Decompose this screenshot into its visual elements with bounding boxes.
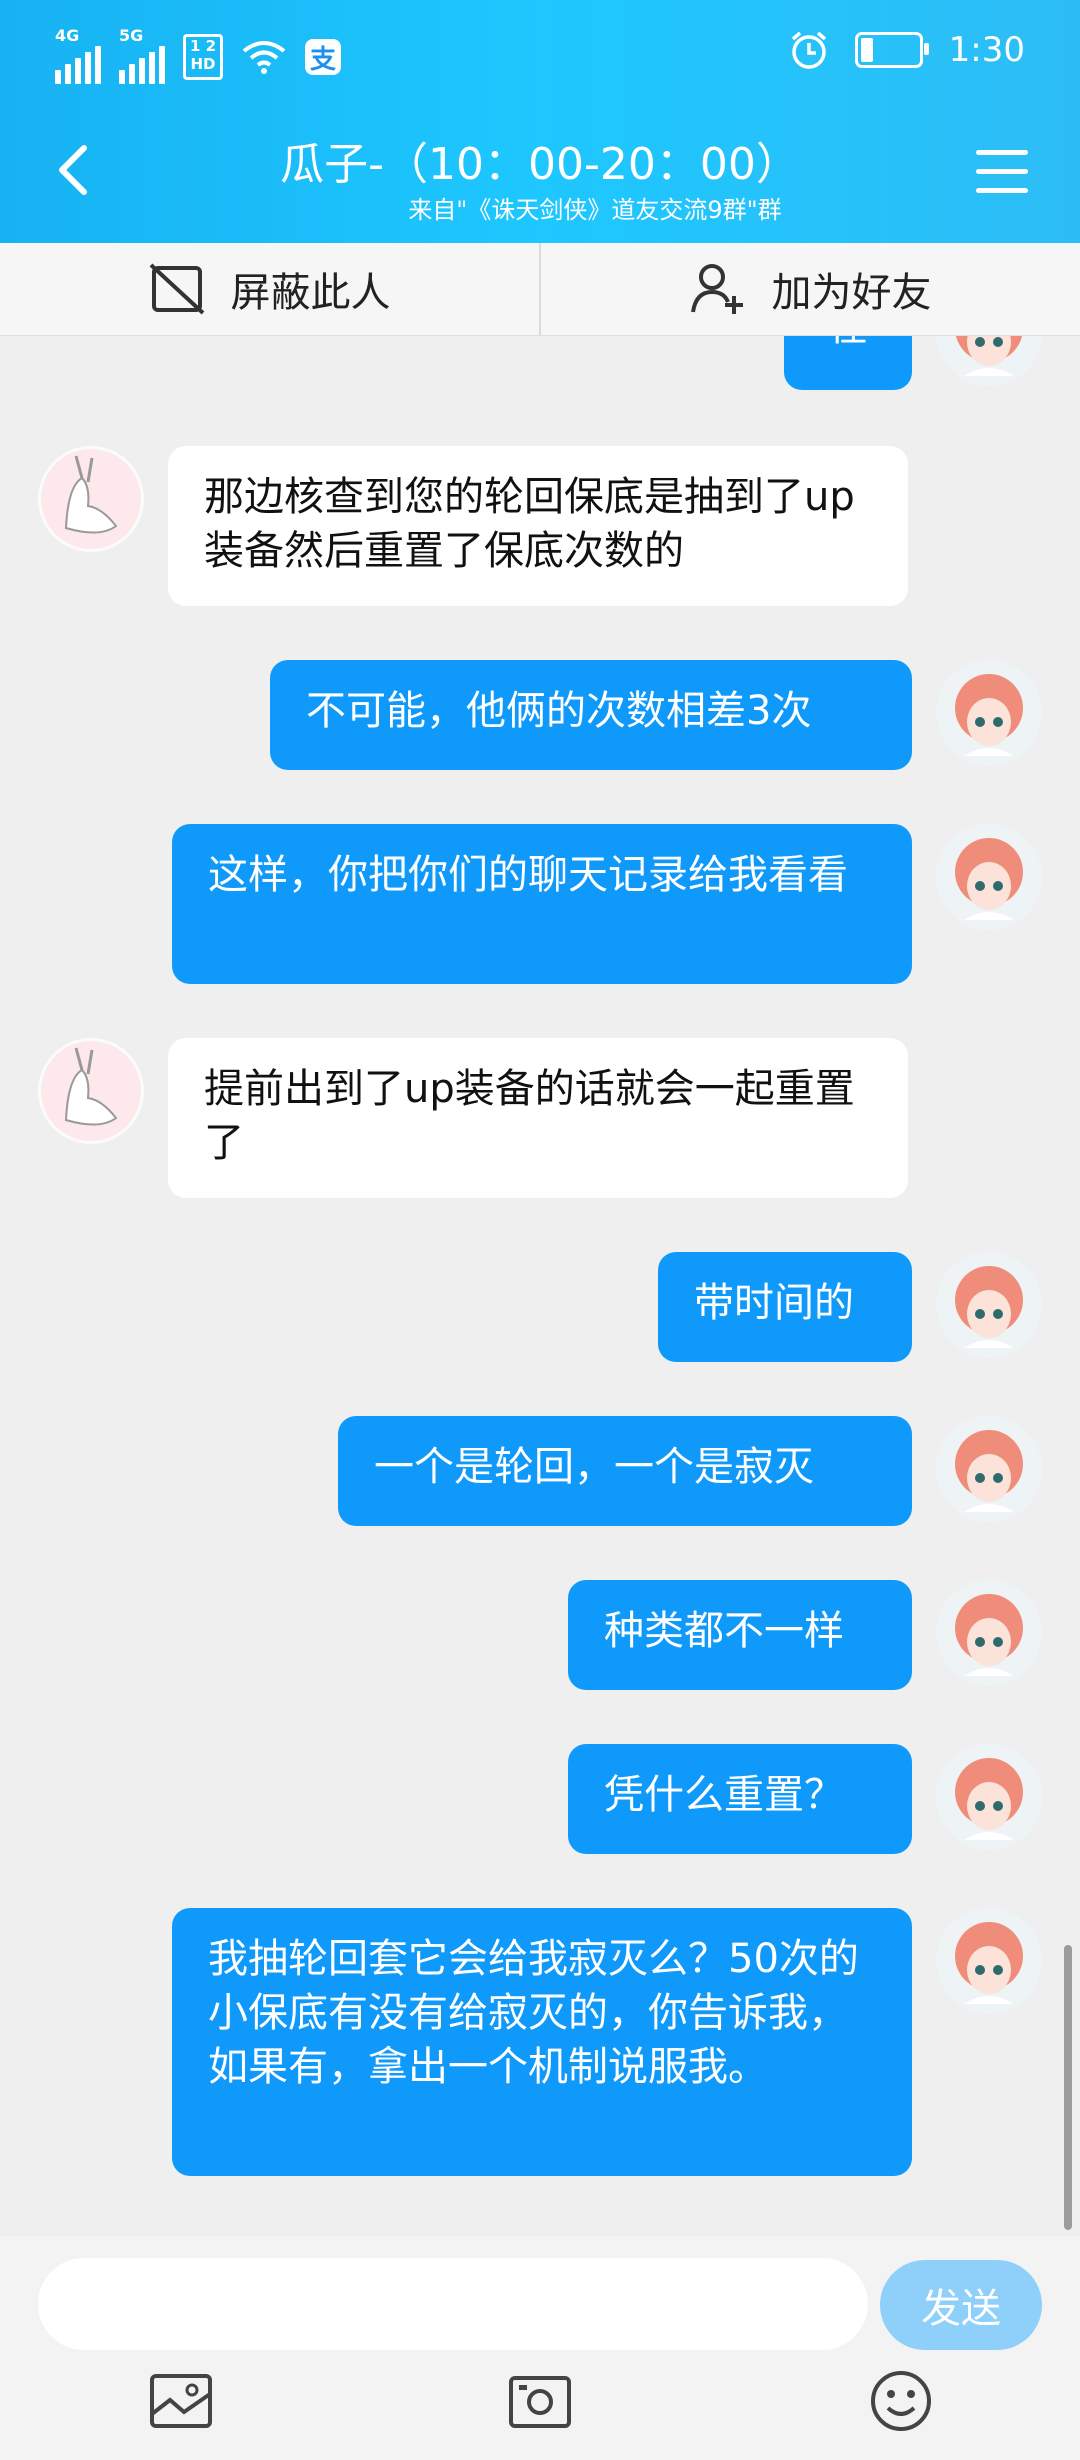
send-button[interactable]: 发送 <box>880 2260 1042 2350</box>
chat-scrollbar[interactable] <box>1064 1945 1072 2230</box>
signal-5g-icon: 5G <box>119 26 165 84</box>
top-bar: 4G 5G 1 2 HD 支 1:30 瓜子-（10：00-20：00） 来自"… <box>0 0 1080 243</box>
message-text: 这样，你把你们的聊天记录给我看看 <box>208 852 848 898</box>
my-avatar[interactable] <box>936 1252 1042 1358</box>
menu-icon[interactable] <box>976 150 1028 194</box>
message-bubble-out[interactable]: 在 <box>784 336 912 390</box>
message-bubble-out[interactable]: 一个是轮回，一个是寂灭 <box>338 1416 912 1526</box>
message-text: 种类都不一样 <box>604 1608 844 1654</box>
clock: 1:30 <box>948 30 1025 70</box>
message-bubble-out[interactable]: 不可能，他俩的次数相差3次 <box>270 660 912 770</box>
chat-title: 瓜子-（10：00-20：00） <box>280 139 800 190</box>
battery-icon <box>854 32 929 68</box>
contact-avatar[interactable] <box>38 446 144 552</box>
message-bubble-out[interactable]: 这样，你把你们的聊天记录给我看看 <box>172 824 912 984</box>
block-user-button[interactable]: 屏蔽此人 <box>0 243 539 335</box>
hd-voice-icon: 1 2 HD <box>183 34 223 80</box>
message-text: 一个是轮回，一个是寂灭 <box>374 1444 814 1490</box>
action-bar: 屏蔽此人 加为好友 <box>0 243 1080 336</box>
add-friend-icon <box>690 264 743 314</box>
my-avatar[interactable] <box>936 336 1042 386</box>
message-input[interactable] <box>38 2258 868 2350</box>
message-bubble-out[interactable]: 带时间的 <box>658 1252 912 1362</box>
message-bubble-in[interactable]: 那边核查到您的轮回保底是抽到了up装备然后重置了保底次数的 <box>168 446 908 606</box>
message-bubble-in[interactable]: 提前出到了up装备的话就会一起重置了 <box>168 1038 908 1198</box>
network-type-2: 5G <box>119 26 144 45</box>
add-friend-button[interactable]: 加为好友 <box>539 243 1080 335</box>
alipay-icon: 支 <box>305 39 341 75</box>
message-bubble-out[interactable]: 种类都不一样 <box>568 1580 912 1690</box>
message-text: 那边核查到您的轮回保底是抽到了up装备然后重置了保底次数的 <box>204 474 855 574</box>
my-avatar[interactable] <box>936 1908 1042 2014</box>
message-text: 凭什么重置？ <box>604 1772 844 1818</box>
network-type-1: 4G <box>55 26 80 45</box>
message-bubble-out[interactable]: 凭什么重置？ <box>568 1744 912 1854</box>
camera-icon[interactable] <box>505 2366 575 2436</box>
block-icon <box>149 263 204 315</box>
message-text: 带时间的 <box>694 1280 854 1326</box>
wifi-icon <box>242 41 286 74</box>
alarm-icon <box>791 31 826 69</box>
message-text: 在 <box>828 336 868 350</box>
my-avatar[interactable] <box>936 1744 1042 1850</box>
message-text: 提前出到了up装备的话就会一起重置了 <box>204 1066 855 1166</box>
message-text: 不可能，他俩的次数相差3次 <box>306 688 812 734</box>
my-avatar[interactable] <box>936 660 1042 766</box>
message-bubble-out[interactable]: 我抽轮回套它会给我寂灭么？50次的小保底有没有给寂灭的，你告诉我，如果有，拿出一… <box>172 1908 912 2176</box>
my-avatar[interactable] <box>936 824 1042 930</box>
message-text: 我抽轮回套它会给我寂灭么？50次的小保底有没有给寂灭的，你告诉我，如果有，拿出一… <box>208 1936 859 2090</box>
add-friend-label: 加为好友 <box>771 270 932 316</box>
signal-4g-icon: 4G <box>55 26 101 84</box>
image-icon[interactable] <box>146 2366 216 2436</box>
status-bar: 4G 5G 1 2 HD 支 1:30 <box>0 0 1080 110</box>
my-avatar[interactable] <box>936 1416 1042 1522</box>
my-avatar[interactable] <box>936 1580 1042 1686</box>
chat-messages[interactable]: 在 那边核查到您的轮回保底是抽到了up装备然后重置了保底次数的 不可能，他俩的次… <box>0 336 1080 2236</box>
contact-avatar[interactable] <box>38 1038 144 1144</box>
emoji-icon[interactable] <box>866 2366 936 2436</box>
block-user-label: 屏蔽此人 <box>230 270 391 316</box>
composer: 发送 <box>0 2236 1080 2460</box>
chat-subtitle: 来自"《诛天剑侠》道友交流9群"群 <box>408 196 782 224</box>
